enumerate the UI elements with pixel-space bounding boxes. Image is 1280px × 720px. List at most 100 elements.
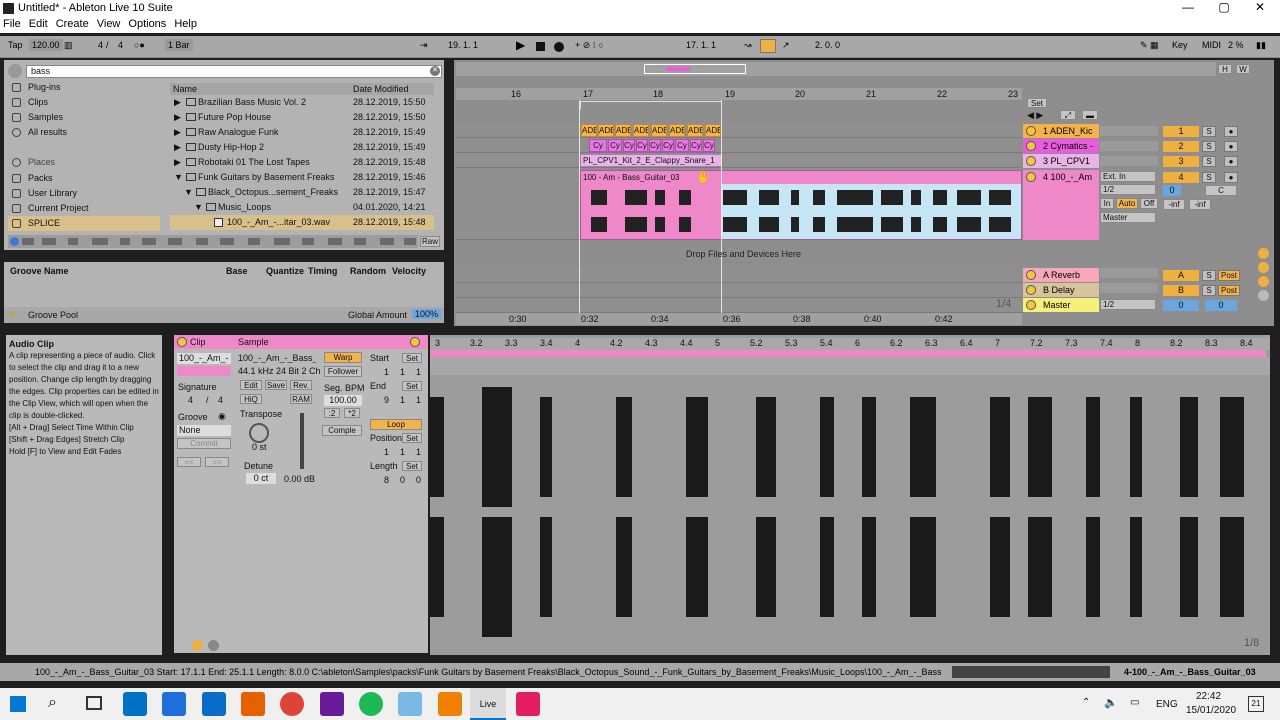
tap-button[interactable]: Tap [8, 40, 23, 50]
loop-button[interactable]: Loop [370, 419, 422, 430]
edge-icon[interactable] [202, 692, 226, 716]
maximize-button[interactable]: ▢ [1206, 0, 1242, 14]
position-sixteenth[interactable]: 1 [416, 447, 421, 457]
detune-field[interactable]: 0 ct [246, 473, 276, 484]
master-pan[interactable]: 0 [1205, 300, 1237, 311]
loop-start-field[interactable]: 17. 1. 1 [686, 40, 716, 50]
time-sig-num[interactable]: 4 [98, 40, 103, 50]
input-type-select[interactable]: Ext. In [1100, 171, 1156, 182]
task-view-icon[interactable] [86, 696, 102, 710]
spotify-icon[interactable] [359, 692, 383, 716]
grid-fraction[interactable]: 1/4 [996, 298, 1011, 310]
arm-button-1[interactable]: ● [1224, 126, 1238, 137]
global-amount-field[interactable]: 100% [412, 309, 442, 319]
warp-mode-select[interactable]: Comple [322, 425, 362, 436]
solo-button-1[interactable]: S [1202, 126, 1216, 137]
track-number-2[interactable]: 2 [1163, 141, 1199, 152]
warp-marker-bar[interactable] [430, 357, 1270, 375]
chrome-icon[interactable] [280, 692, 304, 716]
track-activator-icon[interactable] [1026, 141, 1036, 151]
arrangement-record-icon[interactable]: + ⊘ ⁝ ○ [575, 40, 604, 51]
file-row[interactable]: ▶ Robotaki 01 The Lost Tapes 28.12.2019, 1… [170, 155, 434, 170]
category-all-results[interactable]: All results [8, 125, 160, 140]
track-activator-icon[interactable] [1026, 285, 1036, 295]
place-user-library[interactable]: User Library [8, 186, 160, 201]
sample-menu-icon[interactable] [410, 337, 420, 347]
key-map-button[interactable]: Key [1172, 40, 1188, 50]
notification-icon[interactable]: 21 [1248, 696, 1264, 712]
menu-help[interactable]: Help [171, 17, 202, 30]
punch-in-icon[interactable]: ↝ [744, 40, 752, 51]
nudge-back-button[interactable]: << [177, 457, 201, 467]
record-app-icon[interactable] [516, 692, 540, 716]
firefox-icon[interactable] [241, 692, 265, 716]
file-row[interactable]: ▼ Music_Loops 04.01.2020, 14:21 [170, 200, 434, 215]
monitor-in-button[interactable]: In [1100, 198, 1114, 209]
play-icon[interactable]: ▶ [516, 38, 525, 52]
monitor-off-button[interactable]: Off [1140, 198, 1158, 209]
search-icon[interactable]: ⌕ [48, 694, 57, 712]
file-row[interactable]: ▼ Black_Octopus...sement_Freaks 28.12.2019… [170, 185, 434, 200]
track-number-4[interactable]: 4 [1163, 172, 1199, 183]
loop-length-field[interactable]: 2. 0. 0 [815, 40, 840, 50]
tempo-field[interactable]: 120.00 [29, 39, 63, 51]
track-activator-icon[interactable] [1026, 126, 1036, 136]
track-activator-icon[interactable] [1026, 172, 1036, 182]
edit-button[interactable]: Edit [240, 380, 262, 390]
end-beat[interactable]: 1 [400, 395, 405, 405]
selected-track-name[interactable]: 4-100_-_Am_-_Bass_Guitar_03 [1124, 667, 1256, 677]
start-beat[interactable]: 1 [400, 367, 405, 377]
loop-brace[interactable] [580, 101, 722, 109]
w-button[interactable]: W [1236, 64, 1250, 74]
master-volume[interactable]: 0 [1163, 300, 1199, 311]
cymbal-clip[interactable]: Cy [623, 139, 635, 152]
transpose-knob[interactable] [249, 423, 269, 443]
commit-button[interactable]: Commit [177, 438, 231, 449]
return-number-a[interactable]: A [1163, 270, 1199, 281]
track-header-4[interactable]: 4 100_-_Am [1023, 170, 1099, 240]
position-beat[interactable]: 1 [400, 447, 405, 457]
track-4-volume[interactable]: 0 [1163, 185, 1181, 196]
kick-clip[interactable]: ADE [705, 124, 721, 137]
gain-slider[interactable] [300, 413, 304, 469]
output-select[interactable]: Master [1100, 212, 1156, 223]
place-current-project[interactable]: Current Project [8, 201, 160, 216]
length-beat[interactable]: 0 [400, 475, 405, 485]
search-input[interactable]: bass [26, 65, 442, 78]
file-row[interactable]: ▼ Funk Guitars by Basement Freaks 28.12.20… [170, 170, 434, 185]
save-button[interactable]: Save [265, 380, 287, 390]
fold-icon[interactable]: ⤢ [1060, 110, 1076, 120]
category-plugins[interactable]: Plug-ins [8, 80, 160, 95]
raw-button[interactable]: Raw [420, 236, 440, 247]
ram-button[interactable]: RAM [290, 394, 312, 404]
arm-button-4[interactable]: ● [1224, 172, 1238, 183]
file-row[interactable]: ▶ Dusty Hip-Hop 2 28.12.2019, 15:49 [170, 140, 434, 155]
follow-icon[interactable]: ⇥ [420, 40, 428, 51]
menu-edit[interactable]: Edit [26, 17, 53, 30]
clear-search-icon[interactable]: ✕ [430, 66, 440, 76]
cymbal-clip[interactable]: Cy [703, 139, 715, 152]
locator-arrows-icon[interactable]: ◀ ▶ [1027, 110, 1053, 120]
menu-options[interactable]: Options [125, 17, 171, 30]
solo-button-2[interactable]: S [1202, 141, 1216, 152]
solo-button-a[interactable]: S [1202, 270, 1216, 281]
expand-icon[interactable]: ▶ [174, 140, 181, 155]
file-row-selected[interactable]: 100_-_Am_-...itar_03.wav 28.12.2019, 15:4… [170, 215, 434, 230]
file-row[interactable]: ▶ Brazilian Bass Music Vol. 2 28.12.2019, … [170, 95, 434, 110]
h-button[interactable]: H [1218, 64, 1232, 74]
return-number-b[interactable]: B [1163, 285, 1199, 296]
track-header-3[interactable]: 3 PL_CPV1 [1023, 154, 1099, 168]
volume-icon[interactable]: 🔈 [1104, 696, 1118, 709]
solo-button-4[interactable]: S [1202, 172, 1216, 183]
track-activator-icon[interactable] [1026, 300, 1036, 310]
track-number-3[interactable]: 3 [1163, 156, 1199, 167]
time-sig-den[interactable]: 4 [118, 40, 123, 50]
vlc-icon[interactable] [438, 692, 462, 716]
groove-hot-swap-icon[interactable]: ◉ [218, 411, 226, 422]
midi-overview-icon[interactable] [952, 666, 1110, 678]
file-row[interactable]: ▶ Raw Analogue Funk 28.12.2019, 15:49 [170, 125, 434, 140]
expand-icon[interactable]: ▶ [174, 95, 181, 110]
return-header-b[interactable]: B Delay [1023, 283, 1099, 297]
start-sixteenth[interactable]: 1 [416, 367, 421, 377]
track-activator-icon[interactable] [1026, 270, 1036, 280]
